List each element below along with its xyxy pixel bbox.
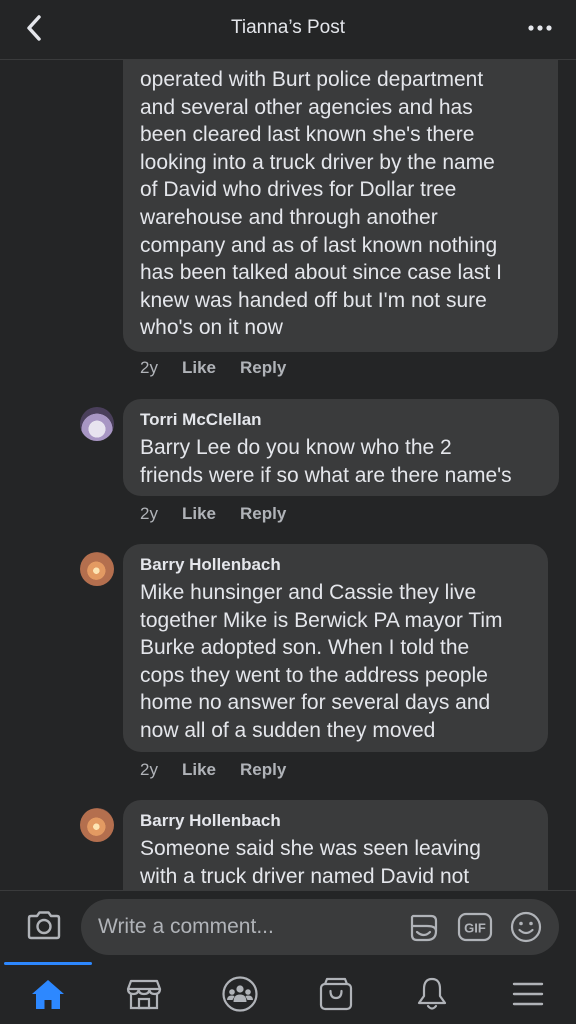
camera-icon <box>27 911 61 940</box>
comment-actions: 2y Like Reply <box>140 358 286 378</box>
comment-text: Someone said she was seen leaving with a… <box>140 837 481 888</box>
avatar[interactable] <box>80 552 114 586</box>
comment-actions: 2y Like Reply <box>140 760 286 780</box>
like-button[interactable]: Like <box>182 760 240 780</box>
avatar[interactable] <box>80 808 114 842</box>
like-button[interactable]: Like <box>182 504 240 524</box>
comment-bubble[interactable]: Barry Hollenbach Mike hunsinger and Cass… <box>123 544 548 752</box>
page-title: Tianna’s Post <box>230 16 346 38</box>
comment-age: 2y <box>140 760 158 779</box>
smiley-icon <box>510 911 542 943</box>
like-button[interactable]: Like <box>182 358 240 378</box>
tab-home[interactable] <box>28 974 68 1014</box>
comment-actions: 2y Like Reply <box>140 504 286 524</box>
sticker-button[interactable] <box>407 911 441 945</box>
gif-label: GIF <box>464 921 486 936</box>
comment-author[interactable]: Barry Hollenbach <box>140 554 531 576</box>
comment-composer: GIF <box>0 890 576 962</box>
comment-author[interactable]: Barry Hollenbach <box>140 810 531 832</box>
comments-list: operated with Burt police department and… <box>0 60 576 890</box>
gif-button[interactable]: GIF <box>457 912 493 942</box>
comment-bubble[interactable]: Barry Hollenbach Someone said she was se… <box>123 800 548 890</box>
back-button[interactable] <box>18 12 50 44</box>
top-bar: Tianna’s Post <box>0 0 576 60</box>
groups-icon <box>222 976 258 1012</box>
gif-icon: GIF <box>457 912 493 942</box>
more-horizontal-icon <box>528 25 552 31</box>
emoji-button[interactable] <box>509 910 543 944</box>
reply-button[interactable]: Reply <box>240 504 286 524</box>
home-icon <box>32 980 64 1009</box>
tab-notifications[interactable] <box>412 974 452 1014</box>
shop-icon <box>319 977 353 1011</box>
comment-box[interactable]: GIF <box>81 899 559 955</box>
comment-age: 2y <box>140 358 158 377</box>
bell-icon <box>417 977 447 1010</box>
sticker-icon <box>410 914 438 942</box>
comment-author[interactable]: Torri McClellan <box>140 409 542 431</box>
comment-text: Mike hunsinger and Cassie they live toge… <box>140 581 503 742</box>
tab-marketplace[interactable] <box>124 974 164 1014</box>
camera-button[interactable] <box>26 909 62 943</box>
comment-text: Barry Lee do you know who the 2 friends … <box>140 436 512 487</box>
tab-menu[interactable] <box>508 974 548 1014</box>
menu-icon <box>512 982 544 1006</box>
tab-shop[interactable] <box>316 974 356 1014</box>
comment-input[interactable] <box>98 913 398 941</box>
more-options-button[interactable] <box>524 14 556 42</box>
marketplace-icon <box>126 979 162 1010</box>
bottom-tab-bar <box>0 962 576 1024</box>
reply-button[interactable]: Reply <box>240 760 286 780</box>
reply-button[interactable]: Reply <box>240 358 286 378</box>
tab-groups[interactable] <box>220 974 260 1014</box>
comment-text: operated with Burt police department and… <box>140 68 502 340</box>
comment-age: 2y <box>140 504 158 523</box>
chevron-left-icon <box>27 15 41 41</box>
avatar[interactable] <box>80 407 114 441</box>
active-tab-indicator <box>4 962 92 965</box>
comment-bubble[interactable]: Torri McClellan Barry Lee do you know wh… <box>123 399 559 496</box>
comment-bubble[interactable]: operated with Burt police department and… <box>123 60 558 352</box>
